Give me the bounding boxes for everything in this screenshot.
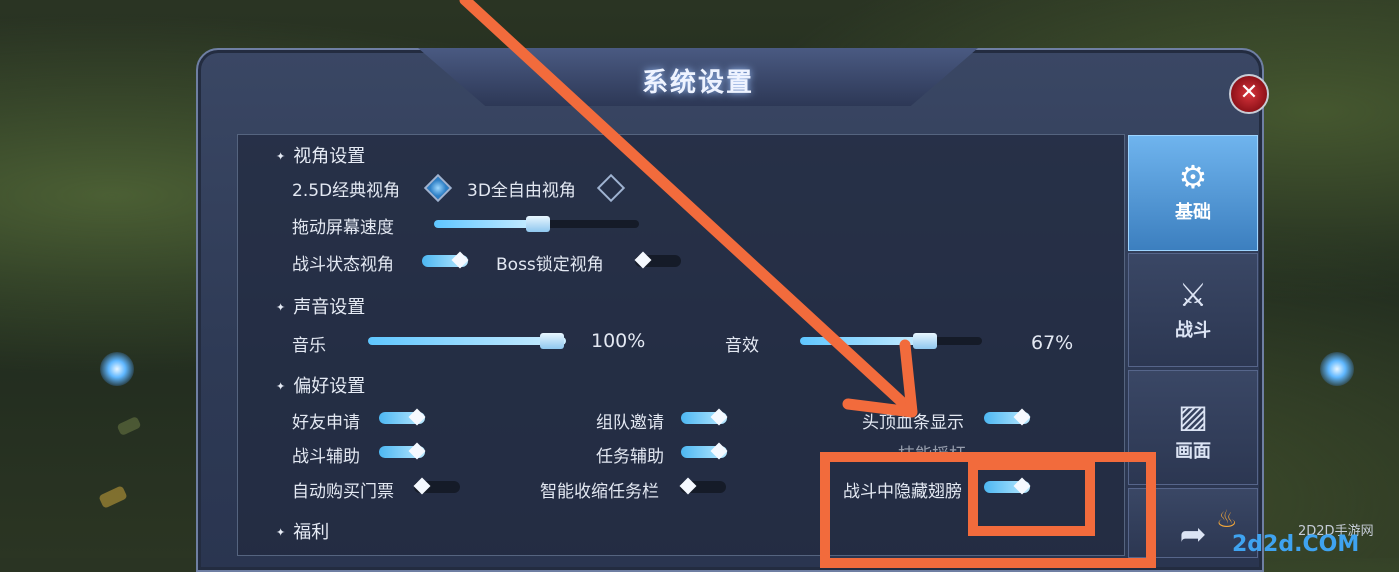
flame-logo-icon: ♨ xyxy=(1216,505,1238,533)
annotation-box-small xyxy=(968,460,1095,536)
watermark-logo: 2d2d.COM xyxy=(1232,532,1360,557)
annotation-arrow xyxy=(459,0,918,418)
